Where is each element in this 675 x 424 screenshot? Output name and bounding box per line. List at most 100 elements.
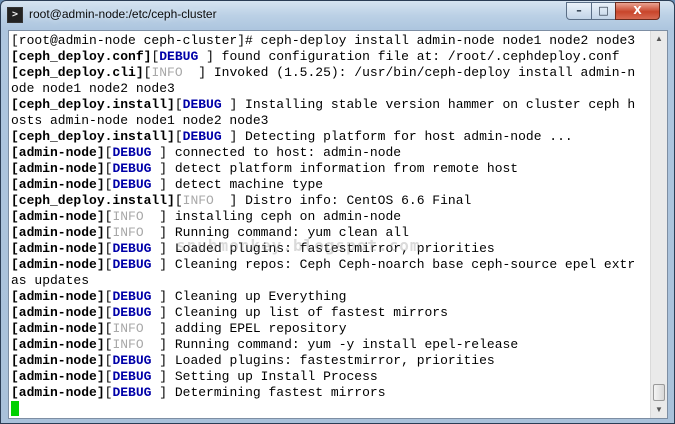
text-cursor: [11, 401, 19, 416]
source-tag: [admin-node]: [11, 305, 105, 320]
line-text: ode node1 node2 node3: [11, 81, 175, 96]
terminal-line: ode node1 node2 node3: [11, 81, 651, 97]
line-text: [: [174, 129, 183, 144]
terminal-window: > root@admin-node:/etc/ceph-cluster – □ …: [0, 0, 675, 424]
line-text: ] adding EPEL repository: [143, 321, 347, 336]
line-text: ] detect machine type: [151, 177, 324, 192]
line-text: ] Cleaning up list of fastest mirrors: [151, 305, 448, 320]
line-text: ] Determining fastest mirrors: [151, 385, 386, 400]
source-tag: [ceph_deploy.install]: [11, 193, 175, 208]
terminal-line: [root@admin-node ceph-cluster]# ceph-dep…: [11, 33, 651, 49]
info-tag: INFO: [151, 65, 183, 80]
line-text: ] Detecting platform for host admin-node…: [221, 129, 573, 144]
debug-tag: DEBUG: [159, 49, 199, 64]
source-tag: [admin-node]: [11, 289, 105, 304]
line-text: ] Cleaning up Everything: [151, 289, 347, 304]
info-tag: INFO: [112, 337, 144, 352]
line-text: as updates: [11, 273, 90, 288]
terminal-line: [ceph_deploy.cli][INFO ] Invoked (1.5.25…: [11, 65, 651, 81]
debug-tag: DEBUG: [112, 241, 152, 256]
source-tag: [admin-node]: [11, 145, 105, 160]
source-tag: [admin-node]: [11, 257, 105, 272]
source-tag: [admin-node]: [11, 241, 105, 256]
info-tag: INFO: [182, 193, 214, 208]
source-tag: [ceph_deploy.install]: [11, 129, 175, 144]
scrollbar-thumb[interactable]: [653, 384, 665, 401]
terminal-line: osts admin-node node1 node2 node3: [11, 113, 651, 129]
line-text: ] Loaded plugins: fastestmirror, priorit…: [151, 353, 495, 368]
line-text: ] Cleaning repos: Ceph Ceph-noarch base …: [151, 257, 636, 272]
minimize-button[interactable]: –: [566, 2, 592, 20]
source-tag: [admin-node]: [11, 209, 105, 224]
terminal-line: [admin-node][INFO ] installing ceph on a…: [11, 209, 651, 225]
line-text: ] detect platform information from remot…: [151, 161, 519, 176]
info-tag: INFO: [112, 209, 144, 224]
line-text: ] Setting up Install Process: [151, 369, 378, 384]
terminal-line: [admin-node][DEBUG ] detect machine type: [11, 177, 651, 193]
debug-tag: DEBUG: [112, 161, 152, 176]
line-text: ] Invoked (1.5.25): /usr/bin/ceph-deploy…: [182, 65, 636, 80]
debug-tag: DEBUG: [182, 129, 222, 144]
terminal-line: [admin-node][DEBUG ] Cleaning up Everyth…: [11, 289, 651, 305]
debug-tag: DEBUG: [112, 385, 152, 400]
source-tag: [admin-node]: [11, 337, 105, 352]
info-tag: INFO: [112, 321, 144, 336]
terminal-line: [ceph_deploy.install][DEBUG ] Detecting …: [11, 129, 651, 145]
terminal-line: [admin-node][DEBUG ] Cleaning repos: Cep…: [11, 257, 651, 273]
debug-tag: DEBUG: [112, 289, 152, 304]
line-text: [root@admin-node ceph-cluster]# ceph-dep…: [11, 33, 636, 48]
line-text: ] Running command: yum clean all: [143, 225, 409, 240]
terminal-line: [admin-node][INFO ] Running command: yum…: [11, 225, 651, 241]
source-tag: [ceph_deploy.cli]: [11, 65, 144, 80]
debug-tag: DEBUG: [182, 97, 222, 112]
scroll-up-arrow-icon[interactable]: ▲: [651, 31, 667, 47]
info-tag: INFO: [112, 225, 144, 240]
window-title: root@admin-node:/etc/ceph-cluster: [29, 7, 217, 21]
terminal-area[interactable]: [root@admin-node ceph-cluster]# ceph-dep…: [8, 30, 668, 419]
line-text: [: [174, 193, 183, 208]
scroll-down-arrow-icon[interactable]: ▼: [651, 402, 667, 418]
source-tag: [admin-node]: [11, 161, 105, 176]
terminal-line: [admin-node][INFO ] adding EPEL reposito…: [11, 321, 651, 337]
debug-tag: DEBUG: [112, 353, 152, 368]
line-text: ] found configuration file at: /root/.ce…: [198, 49, 620, 64]
source-tag: [admin-node]: [11, 225, 105, 240]
debug-tag: DEBUG: [112, 257, 152, 272]
prompt-line: [11, 401, 651, 417]
source-tag: [admin-node]: [11, 369, 105, 384]
terminal-output: [root@admin-node ceph-cluster]# ceph-dep…: [11, 33, 651, 417]
source-tag: [ceph_deploy.conf]: [11, 49, 152, 64]
terminal-line: as updates: [11, 273, 651, 289]
line-text: osts admin-node node1 node2 node3: [11, 113, 269, 128]
terminal-line: [ceph_deploy.conf][DEBUG ] found configu…: [11, 49, 651, 65]
debug-tag: DEBUG: [112, 177, 152, 192]
source-tag: [admin-node]: [11, 385, 105, 400]
terminal-icon[interactable]: >: [7, 7, 23, 23]
line-text: ] connected to host: admin-node: [151, 145, 402, 160]
source-tag: [admin-node]: [11, 177, 105, 192]
terminal-line: [admin-node][DEBUG ] Loaded plugins: fas…: [11, 353, 651, 369]
line-text: [: [174, 97, 183, 112]
line-text: ] Distro info: CentOS 6.6 Final: [213, 193, 472, 208]
line-text: ] Loaded plugins: fastestmirror, priorit…: [151, 241, 495, 256]
source-tag: [ceph_deploy.install]: [11, 97, 175, 112]
maximize-button[interactable]: □: [591, 2, 616, 20]
terminal-line: [admin-node][DEBUG ] detect platform inf…: [11, 161, 651, 177]
source-tag: [admin-node]: [11, 353, 105, 368]
debug-tag: DEBUG: [112, 369, 152, 384]
vertical-scrollbar[interactable]: ▲ ▼: [650, 31, 667, 418]
terminal-line: [admin-node][DEBUG ] connected to host: …: [11, 145, 651, 161]
line-text: ] Running command: yum -y install epel-r…: [143, 337, 519, 352]
terminal-line: [admin-node][DEBUG ] Cleaning up list of…: [11, 305, 651, 321]
terminal-line: [admin-node][DEBUG ] Determining fastest…: [11, 385, 651, 401]
terminal-line: [admin-node][DEBUG ] Loaded plugins: fas…: [11, 241, 651, 257]
close-button[interactable]: X: [615, 2, 660, 20]
title-bar[interactable]: > root@admin-node:/etc/ceph-cluster – □ …: [1, 1, 674, 29]
terminal-line: [admin-node][INFO ] Running command: yum…: [11, 337, 651, 353]
line-text: ] installing ceph on admin-node: [143, 209, 402, 224]
terminal-line: [admin-node][DEBUG ] Setting up Install …: [11, 369, 651, 385]
debug-tag: DEBUG: [112, 145, 152, 160]
debug-tag: DEBUG: [112, 305, 152, 320]
terminal-line: [ceph_deploy.install][DEBUG ] Installing…: [11, 97, 651, 113]
terminal-line: [ceph_deploy.install][INFO ] Distro info…: [11, 193, 651, 209]
